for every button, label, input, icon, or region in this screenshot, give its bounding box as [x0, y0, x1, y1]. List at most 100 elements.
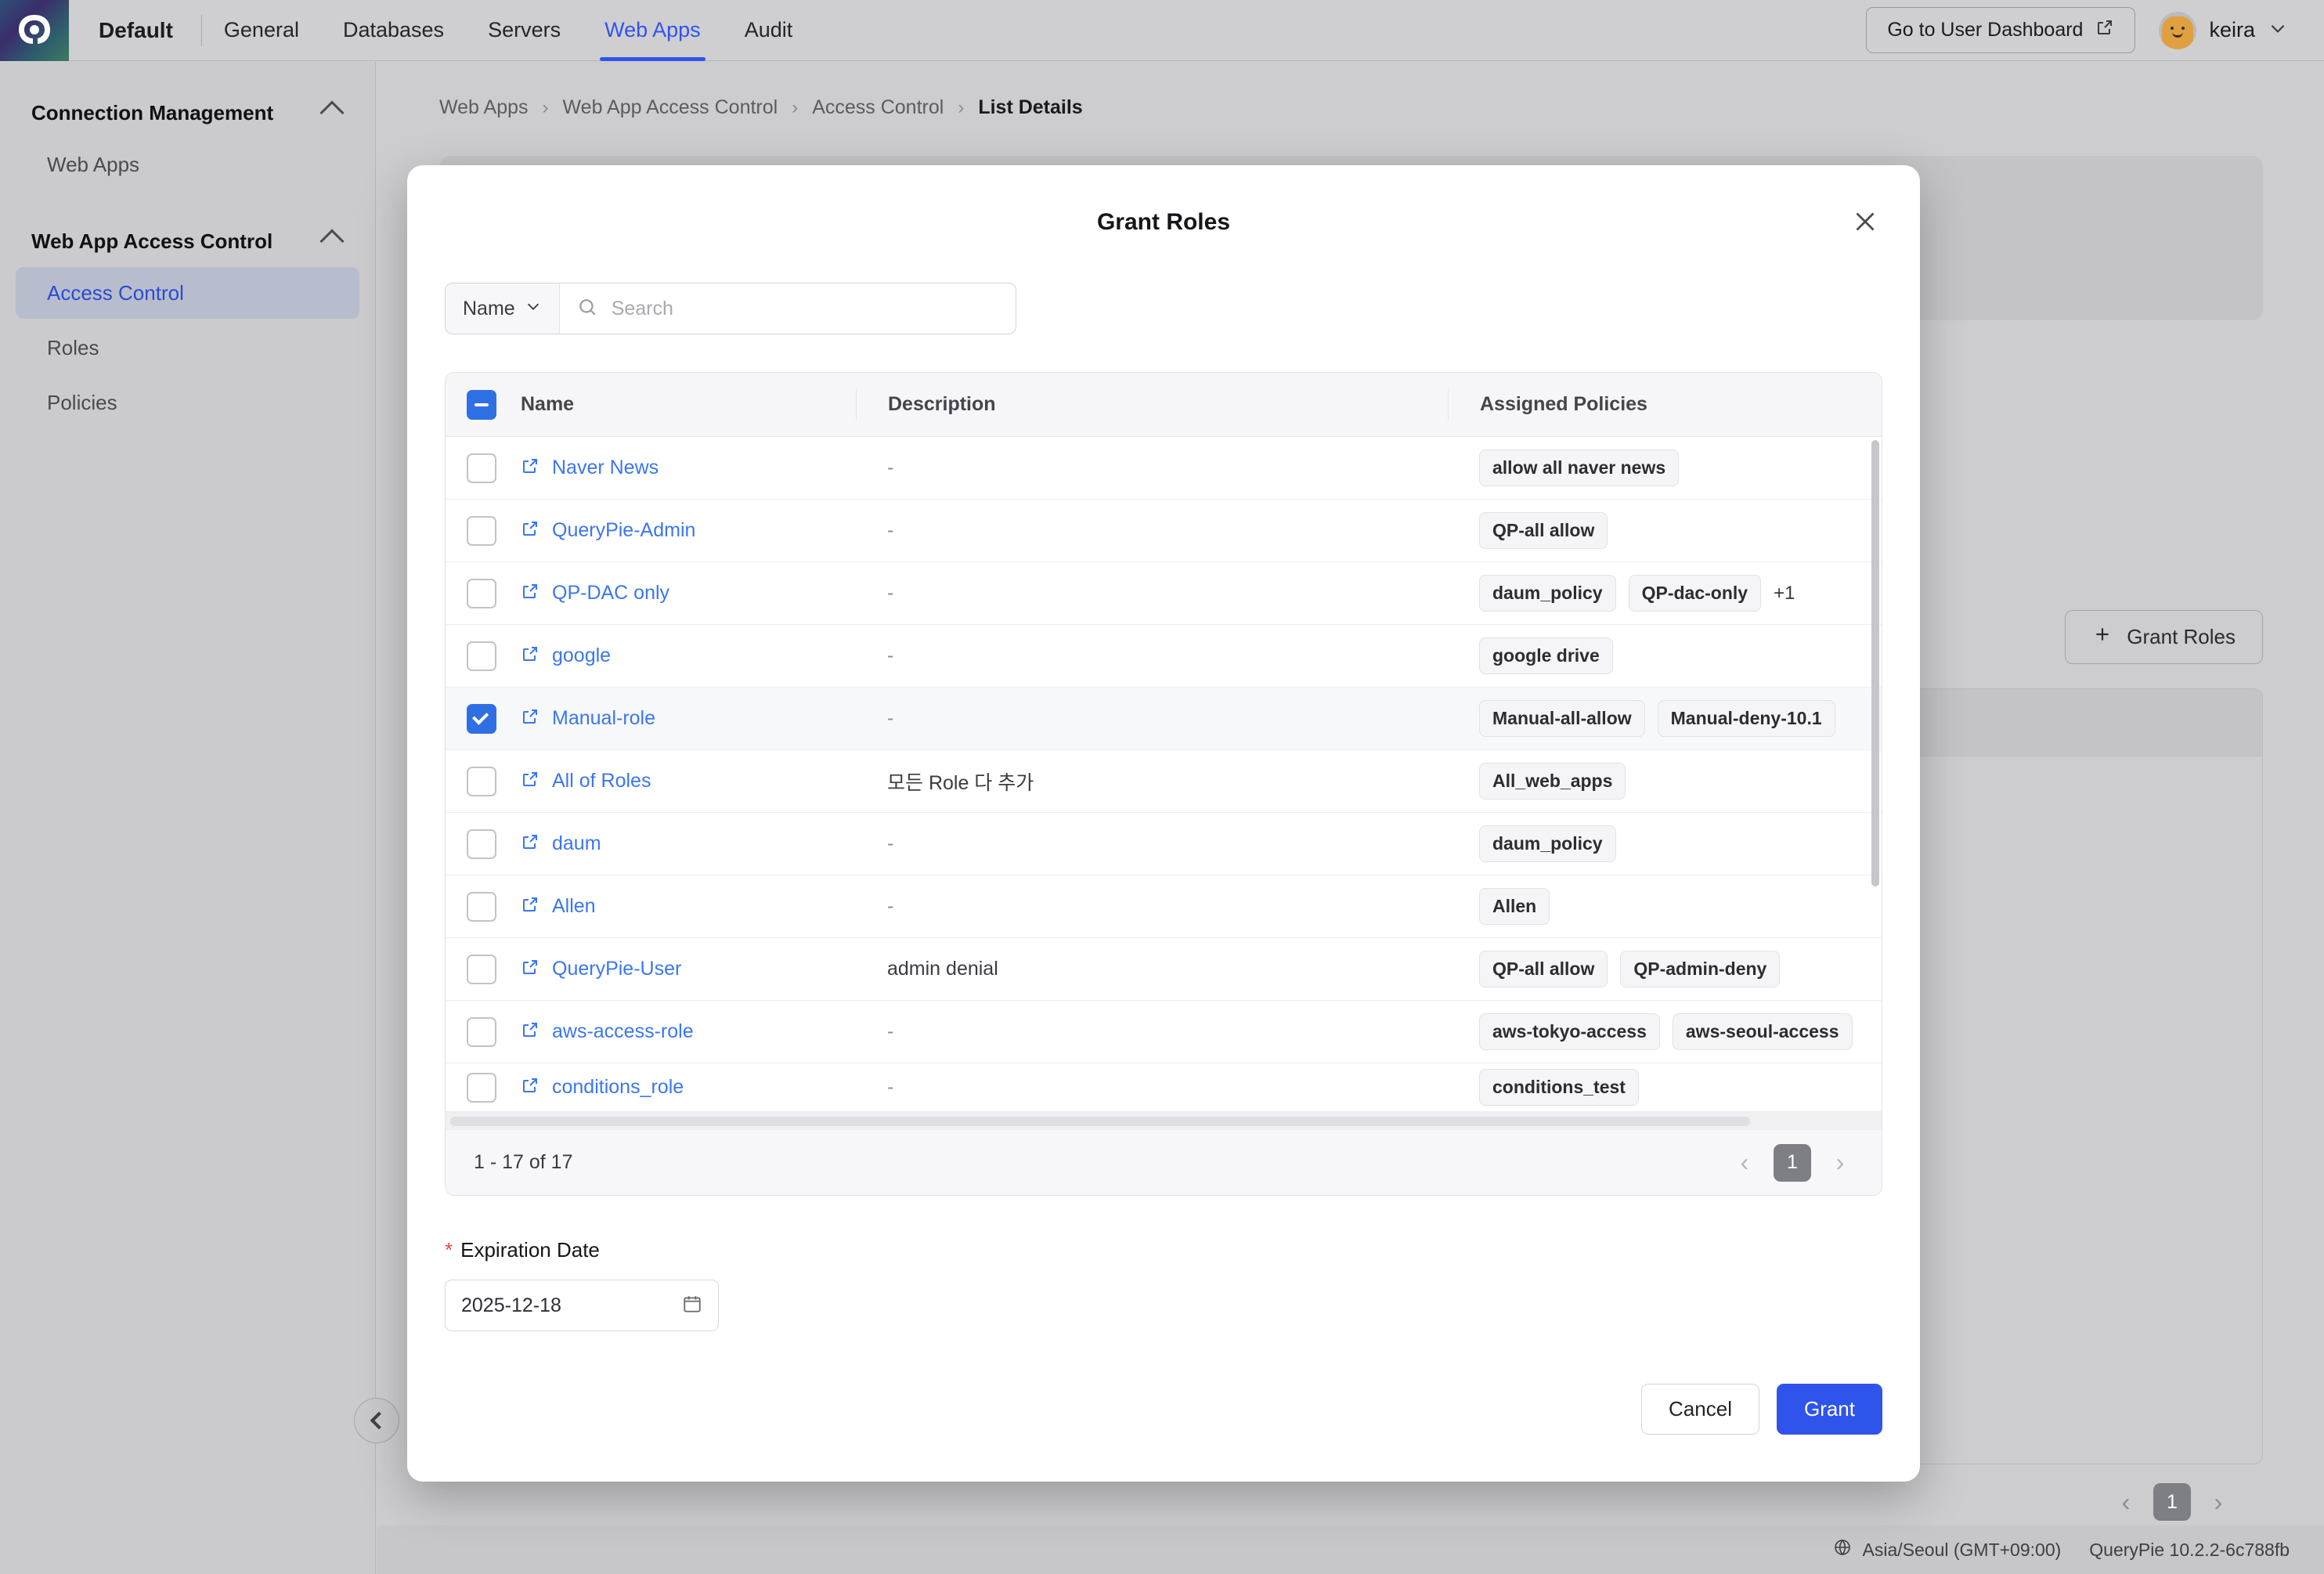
row-name-cell: google: [518, 644, 856, 667]
row-checkbox[interactable]: [467, 1016, 496, 1047]
table-row[interactable]: All of Roles 모든 Role 다 추가 All_web_apps: [446, 750, 1882, 813]
row-policies-cell: QP-all allow: [1448, 511, 1882, 551]
policy-chip[interactable]: QP-dac-only: [1628, 575, 1762, 612]
scrollbar-thumb[interactable]: [450, 1117, 1750, 1126]
grant-button[interactable]: Grant: [1776, 1384, 1882, 1435]
search-icon: [577, 297, 597, 321]
table-row[interactable]: daum - daum_policy: [446, 813, 1882, 875]
search-input[interactable]: Search: [612, 298, 673, 320]
policy-chip[interactable]: All_web_apps: [1479, 763, 1626, 800]
policy-chip[interactable]: Manual-all-allow: [1479, 700, 1645, 737]
policy-chip[interactable]: aws-tokyo-access: [1479, 1013, 1660, 1050]
row-checkbox[interactable]: [467, 954, 496, 984]
sidebar-item-access-control[interactable]: Access Control: [16, 267, 359, 319]
row-checkbox[interactable]: [467, 641, 496, 671]
tab-general[interactable]: General: [202, 0, 321, 61]
search-input-wrapper[interactable]: Search: [560, 283, 1016, 334]
row-checkbox[interactable]: [467, 766, 496, 796]
role-name-link[interactable]: conditions_role: [552, 1076, 684, 1099]
policy-overflow-count[interactable]: +1: [1774, 583, 1795, 605]
close-icon[interactable]: [1845, 201, 1886, 242]
grant-roles-button[interactable]: Grant Roles: [2065, 610, 2263, 664]
go-to-user-dashboard-button[interactable]: Go to User Dashboard: [1866, 7, 2136, 53]
role-name-link[interactable]: daum: [552, 832, 601, 855]
table-row[interactable]: QueryPie-User admin denial QP-all allow …: [446, 938, 1882, 1001]
tab-databases[interactable]: Databases: [321, 0, 466, 61]
role-name-link[interactable]: QueryPie-User: [552, 958, 681, 980]
row-name-cell: Allen: [518, 895, 856, 918]
policy-chip[interactable]: QP-all allow: [1479, 512, 1608, 549]
role-name-link[interactable]: QP-DAC only: [552, 582, 669, 605]
breadcrumb-item-web-apps[interactable]: Web Apps: [439, 96, 529, 119]
pagination-prev-button[interactable]: ‹: [2113, 1488, 2139, 1517]
pagination-page-1[interactable]: 1: [1774, 1143, 1811, 1182]
policy-chip[interactable]: allow all naver news: [1479, 449, 1680, 486]
policy-chip[interactable]: daum_policy: [1479, 575, 1616, 612]
chevron-up-icon: [319, 229, 345, 254]
table-row[interactable]: Manual-role - Manual-all-allow Manual-de…: [446, 688, 1882, 750]
tab-servers[interactable]: Servers: [466, 0, 583, 61]
row-policies-cell: Allen: [1448, 886, 1882, 927]
version-label: QueryPie 10.2.2-6c788fb: [2089, 1539, 2290, 1560]
pagination-prev-button[interactable]: ‹: [1731, 1148, 1758, 1177]
calendar-icon[interactable]: [682, 1294, 702, 1318]
expiration-date-label-row: * Expiration Date: [445, 1238, 1920, 1262]
sidebar-item-roles[interactable]: Roles: [16, 322, 359, 374]
role-name-link[interactable]: QueryPie-Admin: [552, 519, 695, 542]
sidebar-group-label: Connection Management: [31, 100, 274, 125]
querypie-logo-icon[interactable]: [0, 0, 69, 61]
policy-chip[interactable]: daum_policy: [1479, 825, 1616, 862]
sidebar-group-web-app-access-control[interactable]: Web App Access Control: [0, 218, 375, 264]
external-link-icon: [2095, 18, 2114, 42]
role-name-link[interactable]: google: [552, 644, 611, 667]
sidebar-group-connection-management[interactable]: Connection Management: [0, 90, 375, 135]
row-checkbox[interactable]: [467, 891, 496, 922]
role-name-link[interactable]: Allen: [552, 895, 596, 918]
row-checkbox[interactable]: [467, 1072, 496, 1103]
row-checkbox[interactable]: [467, 515, 496, 546]
role-name-link[interactable]: Naver News: [552, 457, 659, 479]
table-row[interactable]: QP-DAC only - daum_policy QP-dac-only +1: [446, 562, 1882, 625]
policy-chip[interactable]: google drive: [1479, 637, 1613, 674]
policy-chip[interactable]: QP-admin-deny: [1620, 951, 1781, 987]
role-name-link[interactable]: All of Roles: [552, 770, 651, 792]
sidebar-item-web-apps[interactable]: Web Apps: [16, 139, 359, 190]
sidebar-item-label: Web Apps: [47, 152, 140, 176]
breadcrumb-item-access-control[interactable]: Access Control: [812, 96, 944, 119]
policy-chip[interactable]: conditions_test: [1479, 1069, 1639, 1106]
table-horizontal-scrollbar[interactable]: [446, 1112, 1882, 1129]
table-row[interactable]: Allen - Allen: [446, 875, 1882, 938]
policy-chip[interactable]: QP-all allow: [1479, 951, 1608, 987]
row-checkbox[interactable]: [467, 829, 496, 859]
pagination-page-1[interactable]: 1: [2153, 1483, 2191, 1521]
tab-web-apps[interactable]: Web Apps: [583, 0, 723, 61]
user-menu[interactable]: keira: [2159, 11, 2288, 49]
table-row[interactable]: conditions_role - conditions_test: [446, 1063, 1882, 1112]
search-field-select[interactable]: Name: [446, 283, 560, 334]
policy-chip[interactable]: Manual-deny-10.1: [1657, 700, 1835, 737]
row-checkbox[interactable]: [467, 703, 496, 734]
tab-audit[interactable]: Audit: [723, 0, 815, 61]
sidebar-item-policies[interactable]: Policies: [16, 377, 359, 428]
pagination-next-button[interactable]: ›: [1827, 1148, 1853, 1177]
row-checkbox[interactable]: [467, 453, 496, 483]
column-description: Description: [856, 388, 1448, 421]
table-row[interactable]: google - google drive: [446, 625, 1882, 688]
policy-chip[interactable]: aws-seoul-access: [1672, 1013, 1853, 1050]
role-name-link[interactable]: aws-access-role: [552, 1020, 694, 1043]
table-row[interactable]: QueryPie-Admin - QP-all allow: [446, 500, 1882, 562]
sidebar-collapse-button[interactable]: [354, 1398, 399, 1443]
pagination-next-button[interactable]: ›: [2205, 1488, 2232, 1517]
select-all-checkbox[interactable]: [467, 389, 496, 420]
role-name-link[interactable]: Manual-role: [552, 707, 655, 730]
external-link-icon: [521, 1020, 540, 1043]
table-row[interactable]: aws-access-role - aws-tokyo-access aws-s…: [446, 1001, 1882, 1063]
cancel-button[interactable]: Cancel: [1641, 1384, 1759, 1435]
table-row[interactable]: Naver News - allow all naver news: [446, 437, 1882, 500]
search-row: Name Search: [407, 236, 1920, 334]
table-vertical-scrollbar[interactable]: [1871, 440, 1879, 886]
expiration-date-input[interactable]: 2025-12-18: [445, 1280, 719, 1331]
breadcrumb-item-web-app-access-control[interactable]: Web App Access Control: [563, 96, 778, 119]
row-checkbox[interactable]: [467, 578, 496, 608]
policy-chip[interactable]: Allen: [1479, 888, 1550, 925]
